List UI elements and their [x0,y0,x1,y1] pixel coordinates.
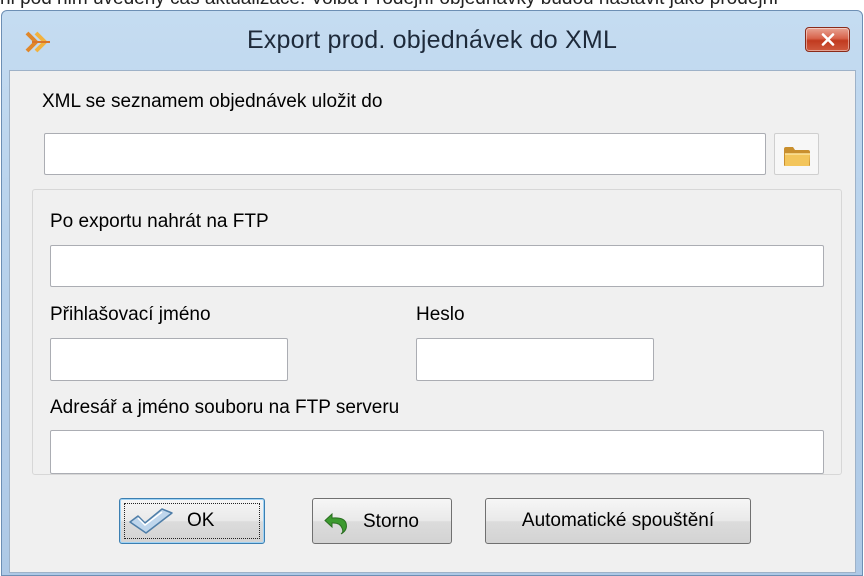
browse-button[interactable] [774,133,819,175]
storno-button[interactable]: Storno [312,498,452,544]
remote-path-input[interactable] [50,430,824,474]
dialog-client-area: XML se seznamem objednávek uložit do Po … [9,70,856,573]
automatic-start-button[interactable]: Automatické spouštění [485,498,751,544]
checkmark-icon [129,508,173,534]
close-button[interactable] [805,27,850,52]
window-title: Export prod. objednávek do XML [246,26,618,54]
undo-arrow-icon [324,512,347,535]
login-input[interactable] [50,338,288,381]
background-document-text-strip: ni pod nim uvedený čas aktualizace. Volb… [0,0,864,10]
title-bar[interactable]: Export prod. objednávek do XML [2,11,862,71]
folder-icon [784,147,810,166]
automatic-start-label: Automatické spouštění [521,510,715,531]
ftp-address-input[interactable] [50,245,824,287]
ok-button[interactable]: OK [119,498,265,544]
xml-path-label: XML se seznamem objednávek uložit do [42,91,383,112]
password-input[interactable] [416,338,654,381]
close-icon [821,33,835,46]
xml-path-input[interactable] [44,133,766,175]
export-dialog-window: Export prod. objednávek do XML XML se se… [1,10,863,576]
remote-path-label: Adresář a jméno souboru na FTP serveru [50,397,400,418]
password-label: Heslo [416,304,465,325]
ok-label: OK [187,510,215,531]
storno-label: Storno [363,511,419,532]
ftp-label: Po exportu nahrát na FTP [50,211,269,232]
background-text: ni pod nim uvedený čas aktualizace. Volb… [0,0,778,10]
login-label: Přihlašovací jméno [50,304,211,325]
